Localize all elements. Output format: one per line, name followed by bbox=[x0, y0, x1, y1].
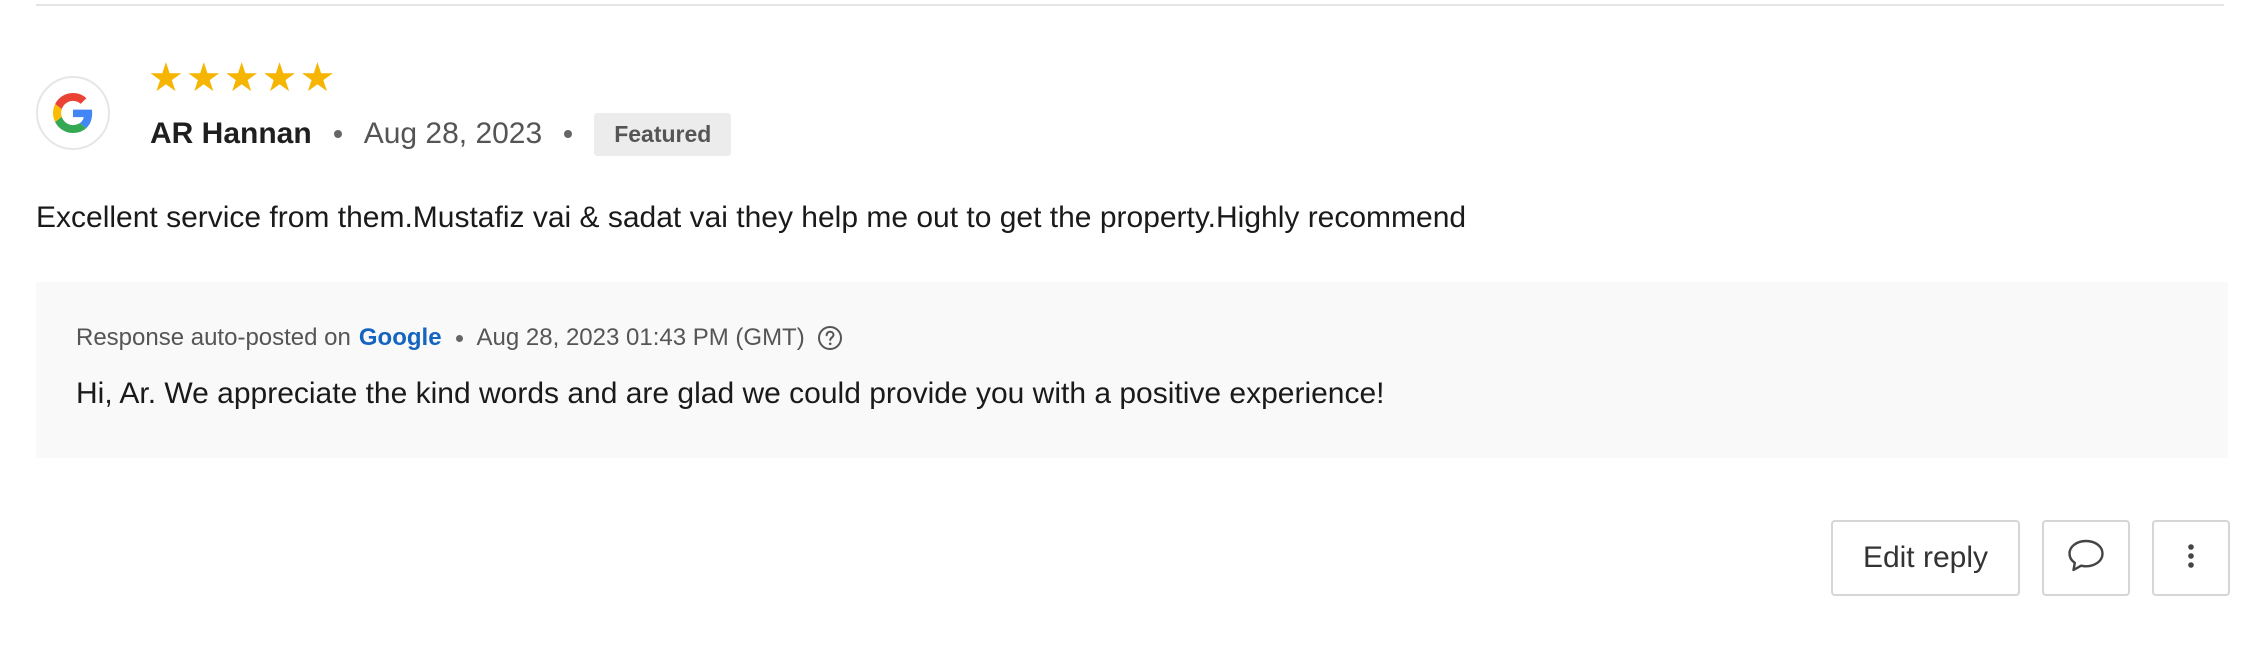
separator-dot bbox=[564, 130, 573, 138]
review-meta: AR Hannan Aug 28, 2023 Featured bbox=[150, 112, 732, 156]
review-actions: Edit reply bbox=[1830, 520, 2230, 596]
question-circle-icon[interactable] bbox=[817, 325, 843, 351]
star-rating: ★ ★ ★ ★ ★ bbox=[148, 58, 335, 98]
separator-dot bbox=[455, 334, 463, 342]
comment-bubble-icon bbox=[2066, 538, 2106, 579]
comment-button[interactable] bbox=[2042, 520, 2130, 596]
star-icon: ★ bbox=[261, 55, 298, 101]
response-box: Response auto-posted on Google Aug 28, 2… bbox=[36, 282, 2228, 458]
star-icon: ★ bbox=[185, 55, 222, 101]
response-datetime: Aug 28, 2023 01:43 PM (GMT) bbox=[476, 324, 805, 351]
review-card: ★ ★ ★ ★ ★ AR Hannan Aug 28, 2023 Feature… bbox=[0, 0, 2260, 658]
response-text: Hi, Ar. We appreciate the kind words and… bbox=[76, 377, 1385, 410]
response-platform-link[interactable]: Google bbox=[359, 324, 442, 352]
review-text: Excellent service from them.Mustafiz vai… bbox=[36, 201, 1467, 234]
response-meta: Response auto-posted on Google Aug 28, 2… bbox=[76, 320, 843, 356]
more-options-button[interactable] bbox=[2152, 520, 2230, 596]
star-icon: ★ bbox=[148, 55, 184, 101]
response-prefix: Response auto-posted on bbox=[76, 324, 351, 351]
star-icon: ★ bbox=[223, 55, 260, 101]
more-vertical-icon bbox=[2186, 541, 2196, 576]
edit-reply-button[interactable]: Edit reply bbox=[1830, 520, 2020, 596]
featured-badge: Featured bbox=[594, 112, 732, 156]
reviewer-name: AR Hannan bbox=[150, 117, 312, 150]
star-icon: ★ bbox=[299, 55, 336, 101]
review-date: Aug 28, 2023 bbox=[363, 117, 543, 150]
google-g-icon bbox=[36, 76, 110, 150]
top-divider bbox=[36, 4, 2224, 6]
separator-dot bbox=[333, 130, 342, 138]
